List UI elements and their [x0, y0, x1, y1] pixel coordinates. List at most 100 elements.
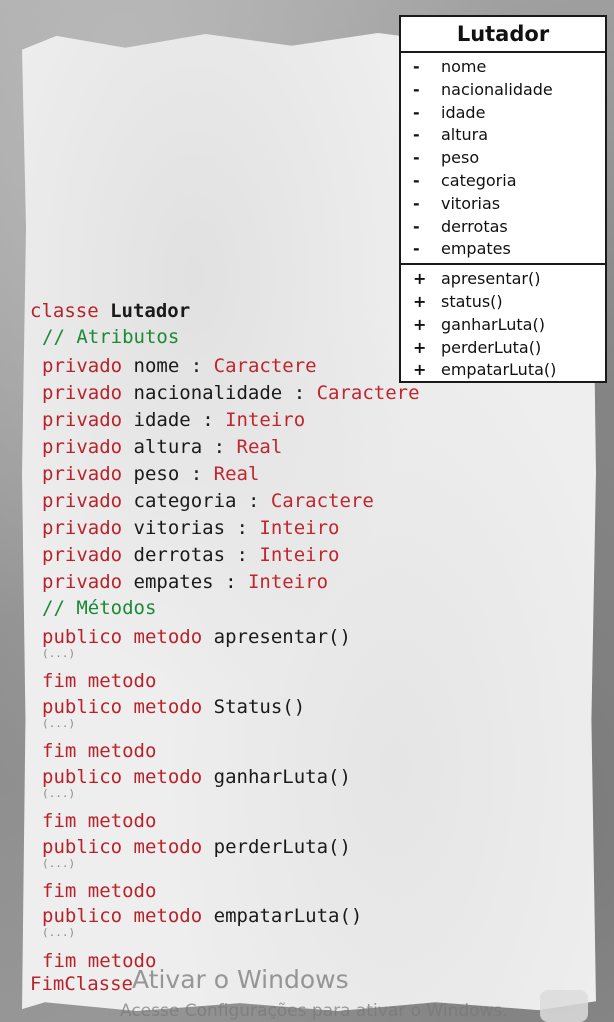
uml-methods-section: + apresentar() + status() + ganharLuta() + p… [401, 265, 605, 384]
separator: : [190, 463, 203, 485]
attribute-type: Inteiro [225, 409, 306, 431]
modifier: privado [42, 544, 123, 566]
attribute-line: privado nacionalidade : Caractere [42, 380, 420, 406]
uml-attribute-row: - altura [401, 124, 605, 147]
uml-attribute-row: - nacionalidade [401, 79, 605, 102]
visibility-mark: - [413, 193, 420, 213]
method-body-placeholder: (...) [42, 926, 76, 939]
attribute-type: Inteiro [247, 571, 329, 593]
attribute-name: idade [133, 409, 191, 431]
method-signature: publico metodo Status() [42, 694, 305, 720]
uml-attribute-row: - idade [401, 102, 605, 125]
method-keyword: metodo [133, 626, 203, 648]
uml-attribute-row: - derrotas [401, 216, 605, 239]
attribute-name: vitorias [441, 193, 501, 213]
uml-attributes-section: - nome - nacionalidade - idade - altura - pes… [401, 53, 605, 266]
method-signature: publico metodo empatarLuta() [42, 903, 362, 929]
modifier: privado [42, 571, 123, 593]
method-name: apresentar() [441, 269, 541, 289]
method-name: empatarLuta() [213, 905, 363, 927]
modifier: publico [42, 626, 123, 648]
attribute-type: Real [236, 436, 283, 458]
method-signature: publico metodo ganharLuta() [42, 764, 351, 790]
attribute-line: privado nome : Caractere [42, 353, 317, 379]
uml-attribute-row: - peso [401, 147, 605, 170]
method-keyword: metodo [133, 696, 203, 718]
uml-class-box: Lutador - nome - nacionalidade - idade - alt… [399, 15, 607, 383]
method-end: fim metodo [42, 880, 157, 902]
method-name: Status() [213, 696, 306, 718]
attribute-name: empates [441, 239, 511, 259]
modifier: privado [42, 517, 123, 539]
modifier: privado [42, 355, 123, 377]
modifier: privado [42, 382, 123, 404]
visibility-mark: - [413, 79, 420, 99]
uml-attribute-row: - empates [401, 238, 605, 261]
attribute-line: privado altura : Real [42, 434, 282, 460]
attribute-name: idade [441, 102, 486, 122]
attribute-name: categoria [441, 170, 517, 190]
attribute-line: privado vitorias : Inteiro [42, 515, 339, 541]
uml-class-title: Lutador [401, 17, 605, 53]
modifier: privado [42, 436, 123, 458]
method-body-placeholder: (...) [42, 787, 76, 800]
uml-attribute-row: - vitorias [401, 193, 605, 216]
separator: : [225, 571, 237, 593]
end-class: FimClasse [30, 973, 133, 995]
attribute-name: derrotas [441, 216, 508, 236]
method-name: perderLuta() [213, 836, 351, 858]
class-declaration: classe Lutador [30, 298, 190, 324]
method-end: fim metodo [42, 670, 157, 692]
attribute-name: altura [133, 436, 203, 458]
separator: : [202, 409, 214, 431]
method-keyword: metodo [133, 766, 203, 788]
method-name: ganharLuta() [213, 766, 351, 788]
attribute-name: empates [133, 571, 214, 593]
uml-method-row: + apresentar() [401, 268, 605, 291]
uml-attribute-row: - nome [401, 56, 605, 79]
attribute-name: peso [133, 463, 180, 485]
method-name: ganharLuta() [441, 314, 545, 334]
visibility-mark: - [413, 125, 420, 145]
visibility-mark: + [413, 291, 427, 311]
visibility-mark: - [413, 57, 420, 76]
separator: : [190, 355, 203, 377]
method-signature: publico metodo perderLuta() [42, 834, 351, 860]
attribute-line: privado empates : Inteiro [42, 569, 328, 595]
method-end: fim metodo [42, 740, 157, 762]
visibility-mark: + [413, 269, 427, 289]
attribute-line: privado idade : Inteiro [42, 407, 305, 433]
separator: : [247, 490, 260, 512]
method-name: apresentar() [213, 626, 351, 648]
attribute-type: Real [213, 463, 260, 485]
attribute-type: Caractere [316, 382, 420, 404]
attribute-name: categoria [133, 490, 237, 512]
separator: : [236, 544, 248, 566]
modifier: privado [42, 490, 123, 512]
modifier: publico [42, 836, 123, 858]
attribute-line: privado peso : Real [42, 461, 259, 487]
class-keyword: classe [30, 300, 99, 322]
attribute-name: derrotas [133, 544, 226, 566]
attribute-name: nome [133, 355, 180, 377]
visibility-mark: - [413, 170, 420, 190]
attribute-name: vitorias [133, 517, 226, 539]
modifier: privado [42, 409, 123, 431]
uml-method-row: + perderLuta() [401, 337, 605, 360]
attribute-type: Caractere [270, 490, 374, 512]
windows-activation-title: Ativar o Windows [132, 965, 349, 994]
method-end: fim metodo [42, 810, 157, 832]
modifier: publico [42, 905, 123, 927]
visibility-mark: + [413, 337, 427, 357]
attribute-name: nacionalidade [133, 382, 283, 404]
attribute-name: nacionalidade [441, 79, 553, 99]
attribute-name: altura [441, 125, 489, 145]
attribute-line: privado derrotas : Inteiro [42, 542, 339, 568]
class-name: Lutador [110, 300, 191, 322]
visibility-mark: - [413, 216, 420, 236]
method-name: perderLuta() [441, 337, 542, 357]
separator: : [236, 517, 248, 539]
separator: : [213, 436, 226, 458]
uml-method-row: + status() [401, 291, 605, 314]
attribute-type: Inteiro [259, 517, 340, 539]
